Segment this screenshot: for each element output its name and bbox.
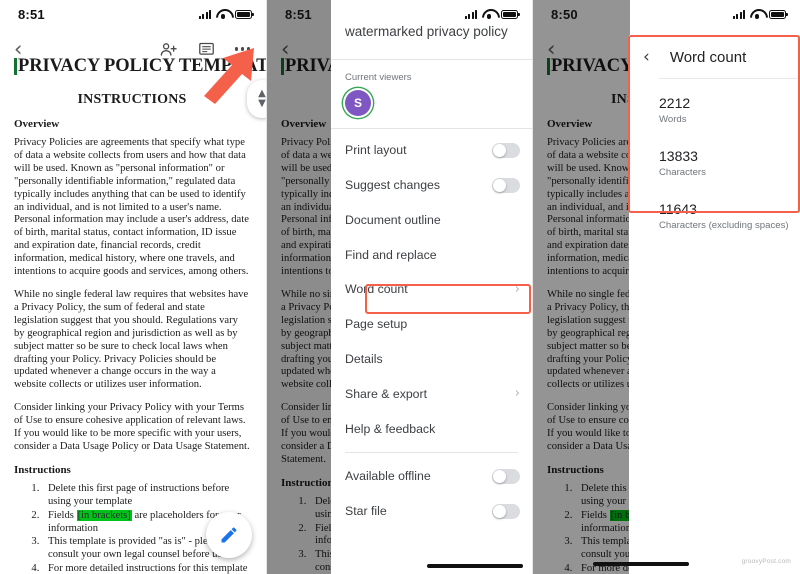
menu-item-label: Details (345, 352, 383, 367)
status-icons (732, 9, 788, 19)
stat-label: Words (659, 114, 687, 125)
menu-item-help-and-feedback[interactable]: Help & feedback (331, 411, 532, 446)
menu-item-label: Available offline (345, 469, 431, 484)
print-layout-toggle[interactable] (492, 142, 520, 158)
stat-label: Characters (659, 167, 706, 178)
menu-item-print-layout[interactable]: Print layout (331, 133, 532, 168)
home-indicator (593, 561, 689, 566)
battery-icon (235, 9, 254, 19)
suggest-changes-toggle[interactable] (492, 177, 520, 193)
chevron-right-icon: › (514, 281, 520, 297)
pencil-icon (221, 527, 237, 543)
stat-value: 13833 (659, 148, 698, 164)
list-item: Delete this first page of instructions b… (42, 483, 250, 509)
menu-item-find-and-replace[interactable]: Find and replace (331, 237, 532, 272)
status-icons (198, 9, 254, 19)
viewers-row: S (331, 89, 532, 128)
list-item: For more detailed instructions for this … (42, 563, 250, 574)
battery-icon (769, 9, 788, 19)
menu-item-label: Find and replace (345, 247, 437, 262)
scrim-overlay[interactable] (533, 0, 630, 574)
menu-item-label: Help & feedback (345, 421, 436, 436)
page-title: Word count (669, 49, 747, 66)
overview-paragraph-2: While no single federal law requires tha… (14, 288, 249, 391)
battery-icon (501, 9, 520, 19)
menu-item-suggest-changes[interactable]: Suggest changes (331, 168, 532, 203)
stat-value: 11643 (659, 201, 697, 217)
screenshot-stage: 8:51 ‹ PRIVACY POLICY TEMPLATE INSTRUCTI… (0, 0, 800, 574)
menu-item-share-and-export[interactable]: Share & export › (331, 376, 532, 411)
overflow-menu-sheet: watermarked privacy policy Current viewe… (331, 0, 532, 574)
chevron-right-icon: › (514, 386, 520, 402)
stat-characters-excluding-spaces: 11643 Characters (excluding spaces) (659, 201, 800, 231)
status-time: 8:50 (551, 6, 578, 22)
word-count-stats: 2212 Words 13833 Characters 11643 Charac… (629, 79, 800, 231)
status-bar: 8:51 (0, 0, 266, 28)
wifi-icon (750, 9, 764, 19)
wifi-icon (216, 9, 230, 19)
panel-document-view: 8:51 ‹ PRIVACY POLICY TEMPLATE INSTRUCTI… (0, 0, 266, 574)
status-bar: 8:51 (267, 0, 532, 28)
edit-fab-button[interactable] (206, 512, 252, 558)
avatar[interactable]: S (345, 89, 371, 116)
stat-value: 2212 (659, 95, 691, 111)
menu-item-label: Suggest changes (345, 178, 441, 193)
overview-paragraph-3: Consider linking your Privacy Policy wit… (14, 402, 250, 452)
overview-paragraph-1: Privacy Policies are agreements that spe… (14, 137, 249, 278)
menu-item-label: Print layout (345, 143, 407, 158)
star-file-toggle[interactable] (492, 503, 520, 519)
current-viewers-label: Current viewers (345, 71, 412, 83)
home-indicator (427, 563, 523, 568)
menu-item-label: Star file (345, 504, 387, 519)
divider (345, 452, 518, 454)
status-bar: 8:50 (533, 0, 800, 28)
document-body: PRIVACY POLICY TEMPLATE INSTRUCTIONS Ove… (0, 42, 266, 574)
instructions-heading: Instructions (14, 463, 71, 476)
status-time: 8:51 (285, 6, 312, 22)
stat-label: Characters (excluding spaces) (659, 220, 789, 231)
menu-item-label: Word count (345, 282, 408, 297)
site-watermark: groovyPost.com (741, 558, 791, 565)
wifi-icon (482, 9, 496, 19)
add-person-icon[interactable] (159, 40, 178, 59)
signal-icon (198, 9, 211, 19)
menu-list: Print layout Suggest changes Document ou… (331, 129, 532, 529)
menu-item-document-outline[interactable]: Document outline (331, 202, 532, 237)
menu-item-label: Page setup (345, 317, 408, 332)
bracket-highlight: [in brackets] (76, 509, 132, 521)
word-count-header: ‹ Word count (629, 35, 800, 78)
menu-item-page-setup[interactable]: Page setup (331, 307, 532, 342)
signal-icon (464, 9, 477, 19)
back-icon[interactable]: ‹ (643, 49, 650, 66)
menu-item-details[interactable]: Details (331, 342, 532, 377)
panel-word-count: 8:50 ‹ PRIVACY POLICY TEMPLATE INSTRUCTI… (532, 0, 800, 574)
menu-item-label: Share & export (345, 386, 428, 401)
menu-item-word-count[interactable]: Word count › (331, 272, 532, 307)
menu-item-star-file[interactable]: Star file (331, 494, 532, 529)
available-offline-toggle[interactable] (492, 468, 520, 484)
overview-heading: Overview (14, 118, 60, 130)
annotation-arrow (204, 48, 254, 104)
back-icon[interactable]: ‹ (14, 38, 22, 60)
menu-item-label: Document outline (345, 212, 441, 227)
menu-item-available-offline[interactable]: Available offline (331, 459, 532, 494)
stat-words: 2212 Words (659, 95, 800, 125)
signal-icon (732, 9, 745, 19)
status-time: 8:51 (18, 6, 45, 22)
stat-characters: 13833 Characters (659, 148, 800, 178)
status-icons (464, 9, 520, 19)
word-count-sheet: ‹ Word count 2212 Words 13833 Characters… (629, 35, 800, 574)
panel-overflow-menu: 8:51 ‹ PRIVACY POLICY TEMPLATE INSTRUCTI… (266, 0, 532, 574)
